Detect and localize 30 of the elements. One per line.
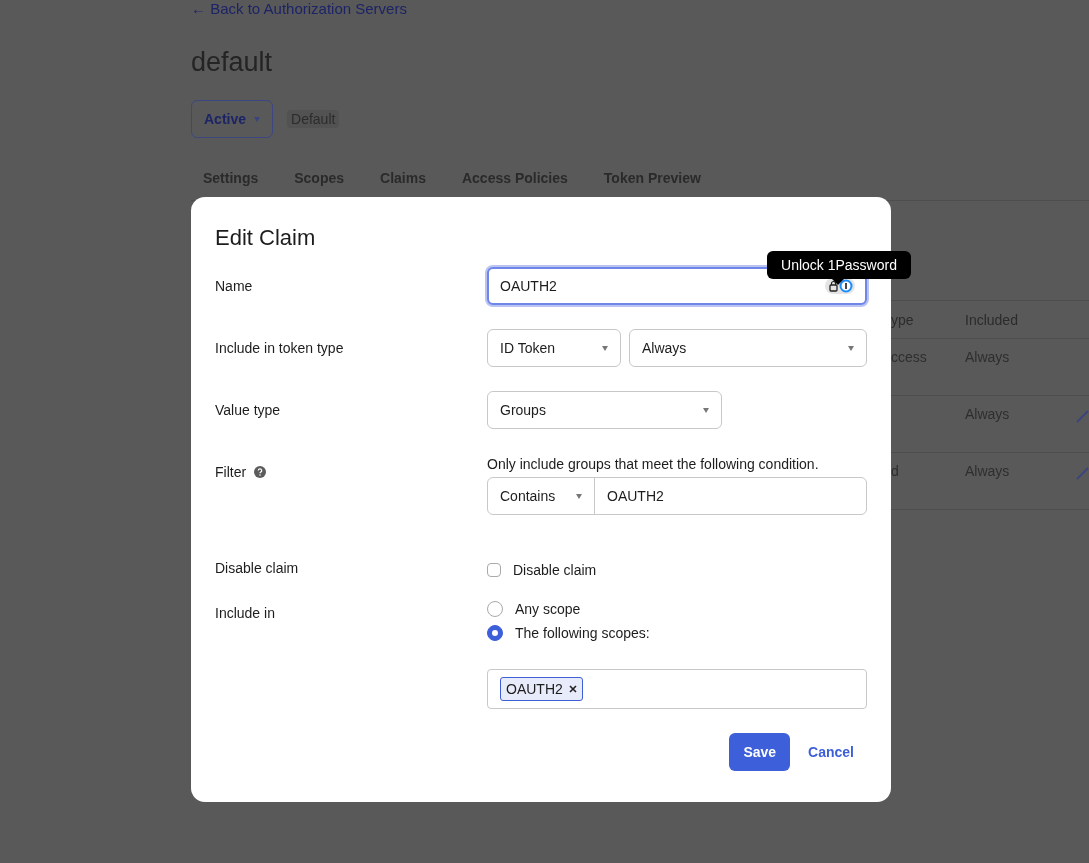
caret-icon: [848, 345, 854, 351]
field-label: Include in token type: [215, 339, 344, 357]
checkbox-label: Disable claim: [513, 561, 597, 579]
field-label: Filter: [215, 463, 247, 481]
pencil-icon[interactable]: [1076, 410, 1089, 423]
cancel-link[interactable]: Cancel: [808, 744, 854, 760]
remove-icon[interactable]: [568, 685, 577, 693]
caret-icon: [254, 116, 261, 122]
filter-hint: Only include groups that meet the following condition.: [487, 455, 820, 473]
radio-label: Any scope: [515, 600, 581, 618]
radio-button[interactable]: [487, 625, 503, 641]
inclusion-select[interactable]: Always: [629, 329, 867, 367]
scopes-field[interactable]: OAUTH2: [487, 669, 867, 709]
pencil-icon[interactable]: [1076, 467, 1089, 480]
dialog-title: Edit Claim: [215, 225, 317, 251]
checkbox[interactable]: [487, 563, 501, 577]
caret-icon: [602, 345, 608, 351]
field-label: Include in: [215, 604, 275, 622]
help-icon: [254, 466, 267, 478]
field-label: Disable claim: [215, 559, 299, 577]
scope-tag: OAUTH2: [500, 677, 583, 701]
save-button[interactable]: Save: [729, 733, 791, 771]
field-label: Name: [215, 277, 253, 295]
tooltip: Unlock 1Password: [767, 251, 911, 279]
radio-label: The following scopes:: [515, 624, 650, 642]
tooltip-arrow: [832, 279, 844, 285]
value-type-select[interactable]: Groups: [487, 391, 722, 429]
token-type-select[interactable]: ID Token: [487, 329, 621, 367]
field-label: Value type: [215, 401, 281, 419]
caret-icon: [703, 407, 709, 413]
